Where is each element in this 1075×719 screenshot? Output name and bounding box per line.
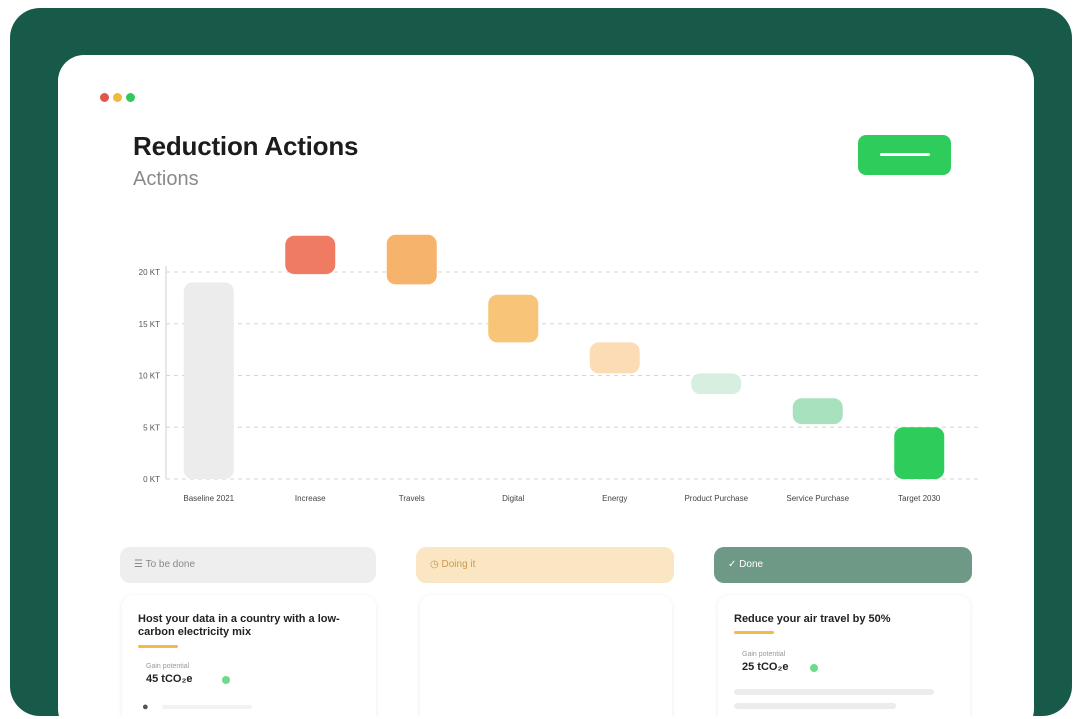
x-tick-label: Digital [502, 494, 524, 503]
clock-icon: ◷ [430, 559, 442, 570]
waterfall-bar [488, 294, 539, 343]
category-tag [734, 631, 774, 634]
card-title: Reduce your air travel by 50% [734, 613, 891, 625]
x-tick-label: Travels [399, 494, 425, 503]
y-tick-label: 5 KT [143, 423, 160, 432]
info-icon[interactable] [222, 676, 230, 684]
card-title: Host your data in a country with a low-c… [138, 613, 340, 638]
column-label: Done [739, 559, 764, 570]
column-header-done[interactable]: ✓ Done [714, 547, 972, 583]
x-tick-label: Product Purchase [684, 494, 748, 503]
y-tick-label: 20 KT [139, 268, 160, 277]
waterfall-bar [589, 342, 640, 374]
task-card[interactable]: Host your data in a country with a low-c… [122, 595, 376, 716]
amount-label: Gain potential [146, 663, 190, 670]
x-tick-label: Energy [602, 494, 627, 503]
waterfall-bar [285, 235, 336, 275]
y-tick-label: 10 KT [139, 372, 160, 381]
app-window: Reduction Actions Actions 0 KT 5 KT 10 KT 1… [58, 55, 1034, 716]
user-icon: ● [142, 701, 149, 713]
column-label: To be done [145, 559, 196, 570]
app-frame: Reduction Actions Actions 0 KT 5 KT 10 KT 1… [10, 8, 1072, 716]
y-tick-label: 15 KT [139, 320, 160, 329]
list-icon: ☰ [134, 559, 146, 570]
waterfall-bar [691, 373, 742, 395]
task-card[interactable]: Reduce your air travel by 50% Gain poten… [718, 595, 970, 716]
waterfall-chart: 0 KT 5 KT 10 KT 15 KT 20 KT Baseline 2021 Incr… [139, 234, 978, 503]
waterfall-bar [183, 282, 234, 479]
amount-value: 25 tCO₂e [742, 661, 789, 673]
check-icon: ✓ [728, 559, 740, 570]
category-tag [138, 645, 178, 648]
x-tick-label: Increase [295, 494, 326, 503]
y-tick-label: 0 KT [143, 475, 160, 484]
x-tick-label: Service Purchase [786, 494, 849, 503]
column-header-doing[interactable]: ◷ Doing it [416, 547, 674, 583]
progress-track [734, 703, 896, 709]
x-tick-label: Baseline 2021 [183, 494, 234, 503]
column-label: Doing it [441, 559, 476, 570]
task-card-empty [420, 595, 672, 716]
waterfall-bar [386, 234, 437, 285]
info-icon[interactable] [810, 664, 818, 672]
amount-value: 45 tCO₂e [146, 673, 193, 685]
waterfall-bar [894, 427, 945, 479]
waterfall-bar [792, 398, 843, 425]
column-header-to-do[interactable]: ☰ To be done [120, 547, 376, 583]
progress-track [734, 689, 934, 695]
amount-label: Gain potential [742, 651, 786, 658]
x-tick-label: Target 2030 [898, 494, 941, 503]
progress-track [162, 705, 252, 709]
